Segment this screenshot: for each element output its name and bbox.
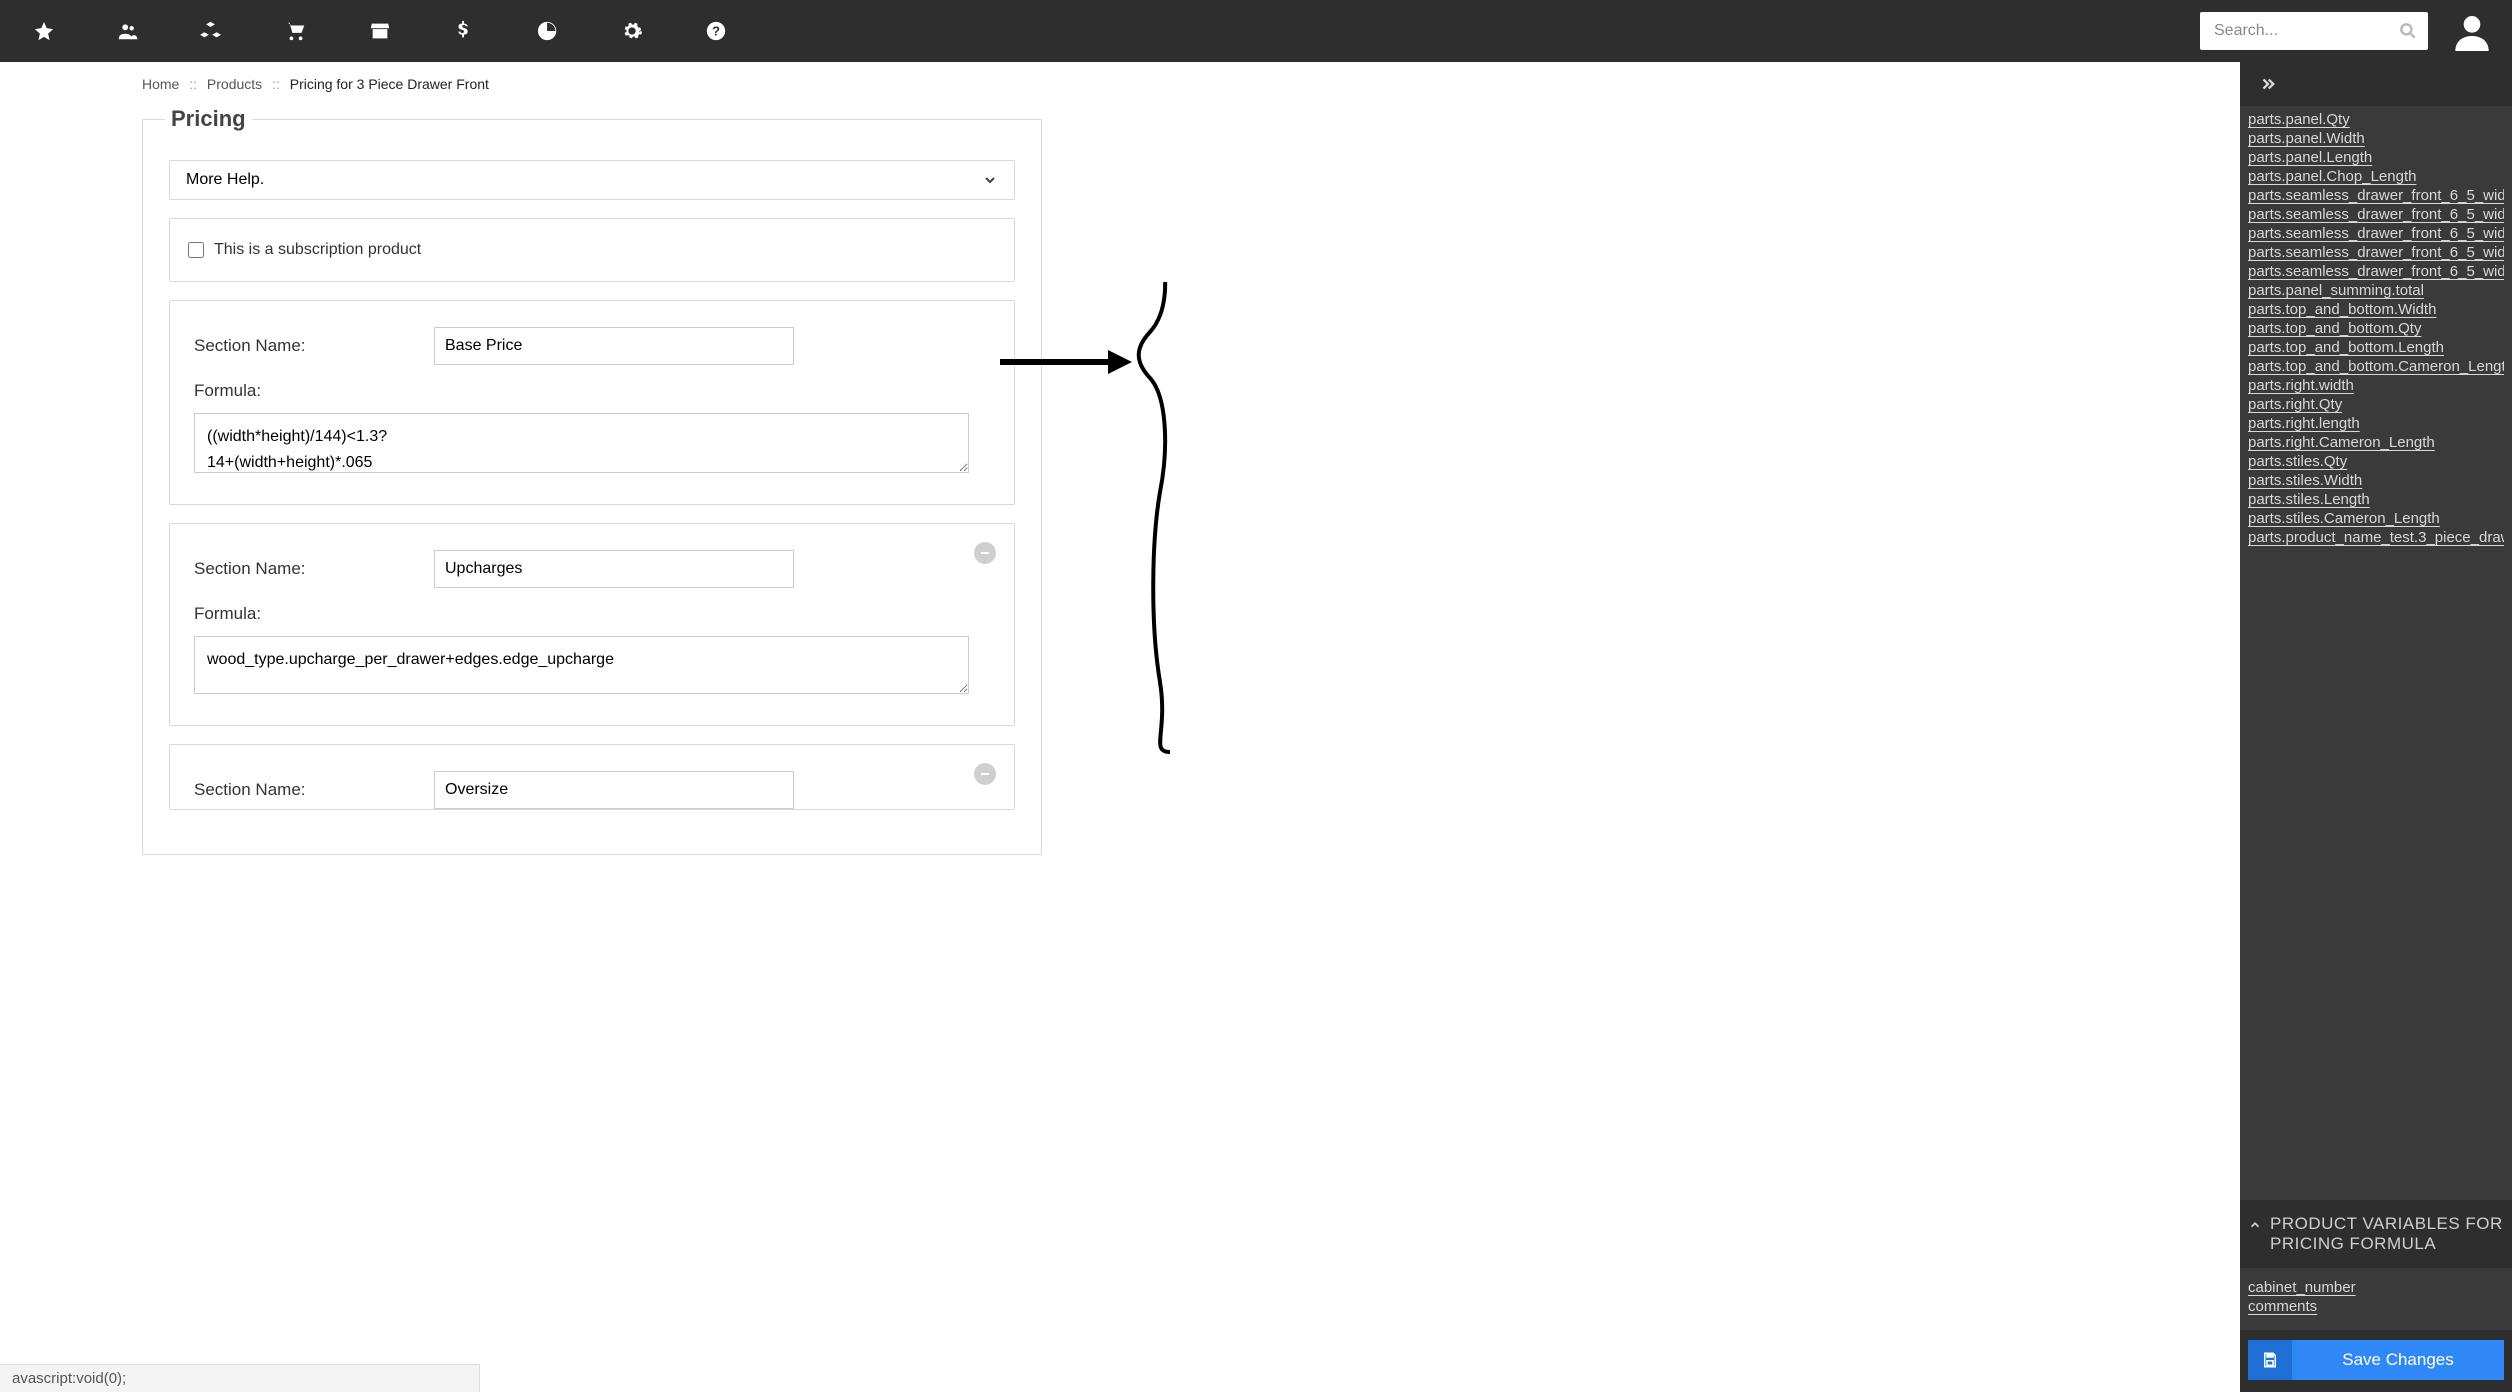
section-name-label: Section Name:	[194, 780, 434, 800]
section-name-input[interactable]	[434, 550, 794, 588]
status-text: avascript:void(0);	[12, 1370, 126, 1387]
sidebar-links[interactable]: parts.panel.Qtyparts.panel.Widthparts.pa…	[2240, 106, 2512, 1200]
sidebar-variable-link[interactable]: parts.seamless_drawer_front_6_5_wide_.	[2248, 186, 2504, 205]
section-name-input[interactable]	[434, 327, 794, 365]
breadcrumb-current: Pricing for 3 Piece Drawer Front	[290, 76, 489, 92]
svg-text:?: ?	[712, 24, 720, 39]
pie-chart-icon[interactable]	[534, 17, 562, 45]
section-name-input[interactable]	[434, 771, 794, 809]
sidebar-variable-link[interactable]: parts.right.length	[2248, 414, 2504, 433]
pricing-section: Section Name:	[169, 744, 1015, 810]
formula-textarea[interactable]	[194, 636, 969, 694]
topbar-icons: ?	[30, 17, 730, 45]
remove-section-button[interactable]	[974, 542, 996, 564]
formula-label: Formula:	[194, 604, 990, 624]
sidebar-variable-link[interactable]: parts.seamless_drawer_front_6_5_wide_.	[2248, 224, 2504, 243]
sidebar-variable-link[interactable]: parts.panel.Length	[2248, 148, 2504, 167]
formula-label: Formula:	[194, 381, 990, 401]
sidebar-variable-link[interactable]: parts.panel_summing.total	[2248, 281, 2504, 300]
cart-icon[interactable]	[282, 17, 310, 45]
main-area: Home :: Products :: Pricing for 3 Piece …	[0, 62, 2240, 1392]
save-changes-label: Save Changes	[2292, 1340, 2504, 1380]
sidebar-variable-link[interactable]: parts.top_and_bottom.Cameron_Length	[2248, 357, 2504, 376]
sidebar-variable-link[interactable]: parts.product_name_test.3_piece_drawer	[2248, 528, 2504, 547]
sidebar-section-title: PRODUCT VARIABLES FOR PRICING FORMULA	[2270, 1214, 2504, 1254]
store-icon[interactable]	[366, 17, 394, 45]
save-changes-button[interactable]: Save Changes	[2248, 1340, 2504, 1380]
sidebar: parts.panel.Qtyparts.panel.Widthparts.pa…	[2240, 62, 2512, 1392]
gear-icon[interactable]	[618, 17, 646, 45]
users-icon[interactable]	[114, 17, 142, 45]
chevron-up-icon	[2248, 1218, 2262, 1232]
sidebar-section-head[interactable]: PRODUCT VARIABLES FOR PRICING FORMULA	[2240, 1200, 2512, 1268]
breadcrumb: Home :: Products :: Pricing for 3 Piece …	[0, 62, 2240, 106]
chevron-down-icon	[982, 172, 998, 188]
breadcrumb-sep: ::	[266, 76, 286, 92]
search-wrap	[2200, 12, 2428, 50]
sidebar-variable-link[interactable]: cabinet_number	[2248, 1278, 2504, 1297]
sidebar-variable-link[interactable]: parts.stiles.Cameron_Length	[2248, 509, 2504, 528]
sidebar-variable-link[interactable]: parts.right.width	[2248, 376, 2504, 395]
sidebar-toggle[interactable]	[2240, 62, 2512, 106]
sidebar-variable-link[interactable]: parts.right.Qty	[2248, 395, 2504, 414]
packages-icon[interactable]	[198, 17, 226, 45]
topbar: ?	[0, 0, 2512, 62]
sidebar-variable-link[interactable]: parts.right.Cameron_Length	[2248, 433, 2504, 452]
section-name-label: Section Name:	[194, 336, 434, 356]
dollar-icon[interactable]	[450, 17, 478, 45]
remove-section-button[interactable]	[974, 763, 996, 785]
sidebar-variable-link[interactable]: parts.panel.Width	[2248, 129, 2504, 148]
sidebar-variable-link[interactable]: comments	[2248, 1297, 2504, 1316]
subscription-label: This is a subscription product	[214, 241, 421, 259]
sidebar-variable-link[interactable]: parts.seamless_drawer_front_6_5_wide_.	[2248, 262, 2504, 281]
sidebar-variable-link[interactable]: parts.stiles.Qty	[2248, 452, 2504, 471]
pricing-fieldset: Pricing More Help. This is a subscriptio…	[142, 106, 1042, 855]
sidebar-variable-link[interactable]: parts.panel.Qty	[2248, 110, 2504, 129]
subscription-checkbox[interactable]	[188, 242, 204, 258]
pricing-legend: Pricing	[165, 106, 252, 132]
section-name-label: Section Name:	[194, 559, 434, 579]
breadcrumb-sep: ::	[183, 76, 203, 92]
more-help-panel[interactable]: More Help.	[169, 160, 1015, 200]
sidebar-variable-link[interactable]: parts.top_and_bottom.Length	[2248, 338, 2504, 357]
topbar-right	[2200, 11, 2492, 51]
star-icon[interactable]	[30, 17, 58, 45]
breadcrumb-home[interactable]: Home	[142, 76, 179, 92]
sidebar-variable-link[interactable]: parts.stiles.Width	[2248, 471, 2504, 490]
status-bar: avascript:void(0);	[0, 1364, 480, 1392]
sidebar-variable-link[interactable]: parts.stiles.Length	[2248, 490, 2504, 509]
sidebar-variable-link[interactable]: parts.seamless_drawer_front_6_5_wide_.	[2248, 205, 2504, 224]
pricing-section: Section Name: Formula:	[169, 523, 1015, 726]
sidebar-variable-link[interactable]: parts.panel.Chop_Length	[2248, 167, 2504, 186]
help-icon[interactable]: ?	[702, 17, 730, 45]
subscription-panel: This is a subscription product	[169, 218, 1015, 282]
breadcrumb-products[interactable]: Products	[207, 76, 262, 92]
formula-textarea[interactable]	[194, 413, 969, 473]
subscription-checkbox-wrap[interactable]: This is a subscription product	[188, 241, 996, 259]
sidebar-lower-links: cabinet_numbercomments	[2240, 1268, 2512, 1330]
sidebar-variable-link[interactable]: parts.seamless_drawer_front_6_5_wide_.	[2248, 243, 2504, 262]
search-input[interactable]	[2200, 12, 2428, 50]
avatar[interactable]	[2452, 11, 2492, 51]
chevrons-right-icon	[2256, 75, 2280, 93]
more-help-label: More Help.	[186, 171, 264, 189]
sidebar-variable-link[interactable]: parts.top_and_bottom.Qty	[2248, 319, 2504, 338]
save-icon	[2248, 1340, 2292, 1380]
pricing-section: Section Name: Formula:	[169, 300, 1015, 505]
sidebar-variable-link[interactable]: parts.top_and_bottom.Width	[2248, 300, 2504, 319]
save-row: Save Changes	[2240, 1330, 2512, 1392]
